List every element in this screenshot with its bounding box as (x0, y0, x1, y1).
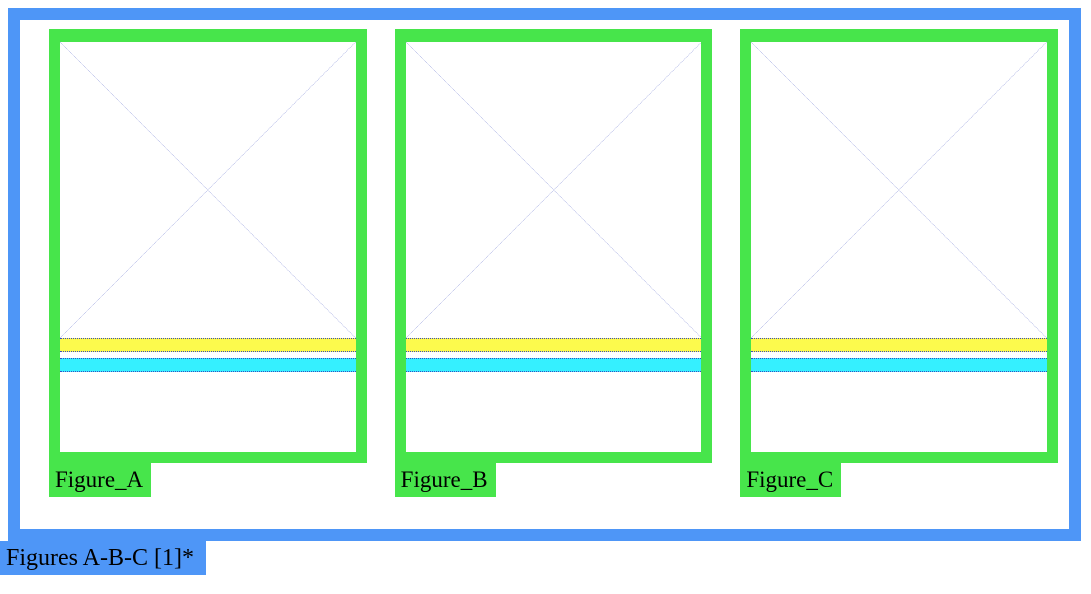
panel-c-label: Figure_C (740, 462, 841, 497)
panel-a-band-yellow (60, 338, 356, 352)
panel-c: Figure_C (740, 29, 1058, 497)
panel-a-label: Figure_A (49, 462, 151, 497)
panel-a: Figure_A (49, 29, 367, 497)
panel-b-cross (406, 42, 702, 338)
figures-container-label: Figures A-B-C [1]* (0, 541, 206, 575)
panel-c-cross (751, 42, 1047, 338)
panel-b: Figure_B (395, 29, 713, 497)
panel-b-label: Figure_B (395, 462, 496, 497)
panel-c-band-yellow (751, 338, 1047, 352)
panel-a-card (49, 29, 367, 463)
panel-b-band-cyan (406, 358, 702, 372)
panel-a-cross (60, 42, 356, 338)
panel-b-card (395, 29, 713, 463)
figures-container: Figure_A Figure_B Figu (8, 8, 1081, 541)
panel-c-card (740, 29, 1058, 463)
panel-c-band-cyan (751, 358, 1047, 372)
panel-a-band-cyan (60, 358, 356, 372)
panels-row: Figure_A Figure_B Figu (49, 29, 1058, 497)
panel-b-band-yellow (406, 338, 702, 352)
